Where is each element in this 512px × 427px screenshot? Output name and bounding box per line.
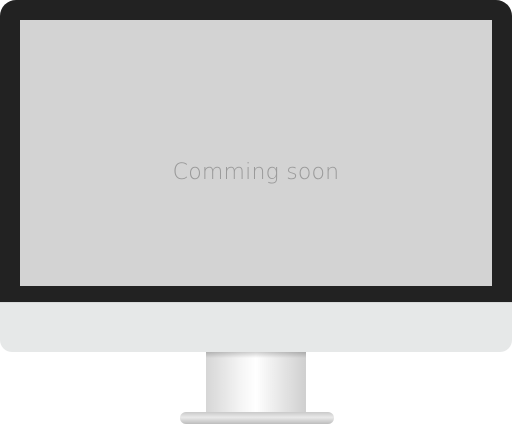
monitor-bezel: Comming soon: [0, 0, 512, 302]
coming-soon-message: Comming soon: [172, 160, 340, 185]
monitor-stand-base: [180, 412, 334, 424]
monitor-stand-neck: [206, 352, 306, 416]
monitor-stand-shadow: [206, 352, 306, 358]
monitor-chin: [0, 302, 512, 352]
monitor-screen: Comming soon: [20, 20, 492, 286]
monitor-mockup: Comming soon: [0, 0, 512, 427]
